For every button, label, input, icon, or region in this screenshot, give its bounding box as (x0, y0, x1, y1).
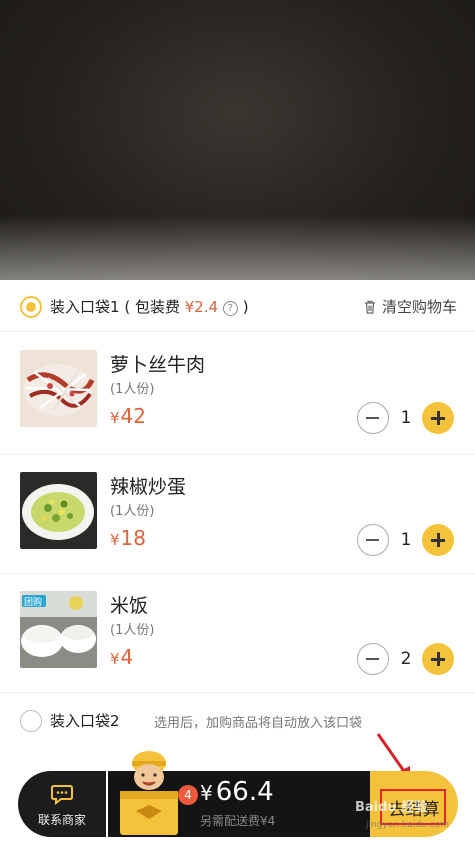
packing-fee-suffix: ) (242, 298, 249, 316)
chat-bubble-icon (51, 785, 73, 805)
bag1-title-line: 装入口袋1 ( 包装费 ¥2.4 ? ) (50, 296, 249, 317)
item-price-value: 4 (120, 645, 134, 669)
bag2-hint: 选用后，加购商品将自动放入该口袋 (154, 716, 363, 731)
help-icon[interactable]: ? (222, 301, 238, 316)
item-price-value: 18 (120, 526, 146, 550)
item-thumbnail: 团购 (20, 591, 97, 668)
decrease-quantity-button[interactable] (357, 524, 389, 556)
item-thumbnail (20, 350, 97, 427)
bag2-label: 装入口袋2 (50, 712, 120, 730)
increase-quantity-button[interactable] (422, 402, 454, 434)
item-quantity: 1 (400, 530, 412, 550)
baidu-watermark: Baidu 经验 (355, 800, 428, 815)
item-thumbnail (20, 472, 97, 549)
currency-symbol: ¥ (110, 531, 120, 549)
trash-icon (364, 300, 375, 314)
item-divider (0, 454, 475, 455)
item-price-value: 42 (120, 404, 146, 428)
cart-count-badge: 4 (178, 785, 198, 805)
cart-summary[interactable]: 4 ¥66.4 另需配送费¥4 (108, 751, 370, 837)
dimmed-background[interactable] (0, 0, 475, 285)
cart-item: 团购 米饭 (1人份) ¥4 2 (0, 577, 475, 695)
item-quantity: 1 (400, 408, 412, 428)
item-price: ¥18 (110, 526, 146, 550)
item-quantity: 2 (400, 649, 412, 669)
baidu-watermark-url: jingyan.baidu.com (366, 820, 450, 830)
currency-symbol: ¥ (200, 781, 213, 805)
bag1-radio[interactable] (20, 296, 42, 318)
rice-thumb-logo: 团购 (24, 596, 42, 608)
clear-cart-label: 清空购物车 (381, 298, 457, 316)
packing-fee-prefix: ( 包装费 (124, 298, 180, 316)
item-price: ¥4 (110, 645, 133, 669)
bag1-label: 装入口袋1 (50, 298, 120, 316)
decrease-quantity-button[interactable] (357, 643, 389, 675)
item-name: 萝卜丝牛肉 (110, 354, 206, 376)
contact-merchant-label: 联系商家 (37, 813, 86, 827)
contact-merchant-button[interactable]: 联系商家 (18, 771, 106, 837)
section-divider (0, 692, 475, 693)
bag1-header: 装入口袋1 ( 包装费 ¥2.4 ? ) 清空购物车 (0, 280, 475, 332)
item-divider (0, 573, 475, 574)
cart-item: 萝卜丝牛肉 (1人份) ¥42 1 (0, 336, 475, 454)
item-name: 辣椒炒蛋 (110, 476, 187, 498)
increase-quantity-button[interactable] (422, 643, 454, 675)
currency-symbol: ¥ (110, 409, 120, 427)
item-portion: (1人份) (110, 382, 155, 397)
courier-box-icon[interactable] (114, 749, 184, 839)
item-portion: (1人份) (110, 623, 155, 638)
item-name: 米饭 (110, 595, 149, 617)
cart-total: ¥66.4 (200, 777, 274, 807)
packing-fee-amount: ¥2.4 (184, 298, 219, 316)
clear-cart-button[interactable]: 清空购物车 (364, 296, 457, 317)
cart-total-value: 66.4 (215, 777, 274, 807)
cart-item: 辣椒炒蛋 (1人份) ¥18 1 (0, 458, 475, 576)
decrease-quantity-button[interactable] (357, 402, 389, 434)
delivery-fee-note: 另需配送费¥4 (200, 814, 276, 828)
item-portion: (1人份) (110, 504, 155, 519)
increase-quantity-button[interactable] (422, 524, 454, 556)
currency-symbol: ¥ (110, 650, 120, 668)
item-price: ¥42 (110, 404, 146, 428)
bag2-radio[interactable] (20, 710, 42, 732)
